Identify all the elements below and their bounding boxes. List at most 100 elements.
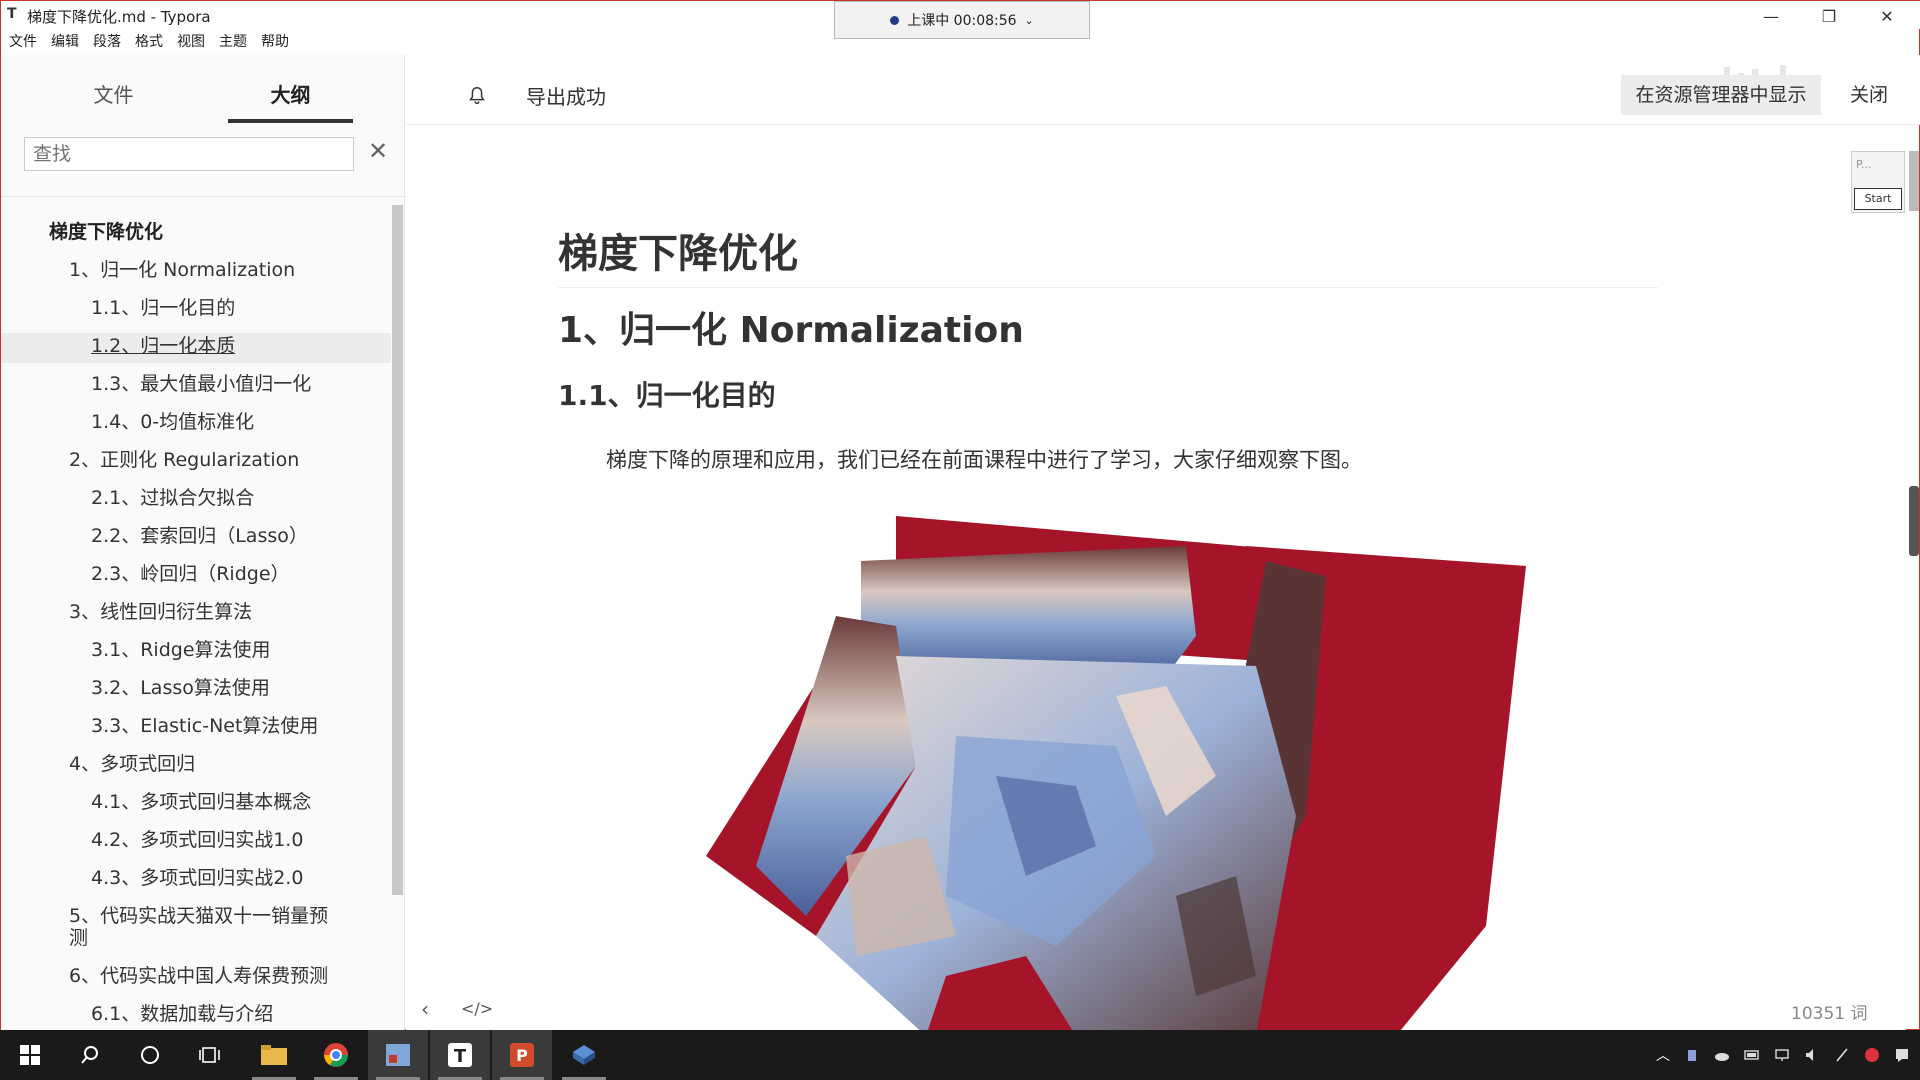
tab-files[interactable]: 文件: [51, 75, 176, 123]
svg-text:T: T: [454, 1046, 467, 1067]
taskbar-powerpoint[interactable]: P: [492, 1030, 552, 1080]
menu-format[interactable]: 格式: [135, 31, 163, 55]
export-success-message: 导出成功: [526, 85, 606, 109]
typora-icon: T: [448, 1043, 472, 1067]
task-view-icon: [199, 1047, 220, 1063]
app-icon: [573, 1045, 595, 1065]
close-icon[interactable]: ✕: [365, 137, 391, 169]
source-code-mode-icon[interactable]: </>: [461, 999, 493, 1018]
tab-outline[interactable]: 大纲: [228, 75, 353, 123]
outline-item[interactable]: 4、多项式回归: [1, 751, 391, 777]
outline-item[interactable]: 2、正则化 Regularization: [1, 447, 391, 473]
network-icon[interactable]: [1774, 1047, 1790, 1063]
taskbar-app[interactable]: [554, 1030, 614, 1080]
menu-theme[interactable]: 主题: [219, 31, 247, 55]
outline-item[interactable]: 1、归一化 Normalization: [1, 257, 391, 283]
chevron-left-icon[interactable]: ‹: [421, 997, 429, 1021]
recording-indicator[interactable]: 上课中 00:08:56 ⌄: [834, 1, 1090, 39]
bell-icon: [469, 87, 485, 105]
system-tray: ︿: [1656, 1030, 1910, 1080]
sidebar-tabs: 文件 大纲: [1, 75, 405, 125]
taskbar: T P ︿: [0, 1030, 1920, 1080]
cloud-icon[interactable]: [1714, 1047, 1730, 1063]
taskbar-cortana[interactable]: [120, 1030, 180, 1080]
recording-label: 上课中 00:08:56: [907, 13, 1017, 29]
taskbar-typora[interactable]: T: [430, 1030, 490, 1080]
paint-icon: [386, 1044, 410, 1066]
usb-icon[interactable]: [1684, 1047, 1700, 1063]
show-in-explorer-button[interactable]: 在资源管理器中显示: [1621, 75, 1821, 115]
document-scroll-thumb[interactable]: [1909, 486, 1919, 556]
svg-text:P: P: [516, 1046, 528, 1065]
close-window-button[interactable]: ✕: [1859, 3, 1915, 29]
window-title: 梯度下降优化.md - Typora: [27, 8, 211, 26]
outline-item[interactable]: 4.1、多项式回归基本概念: [1, 789, 391, 815]
pen-icon[interactable]: [1834, 1047, 1850, 1063]
outline-item[interactable]: 4.2、多项式回归实战1.0: [1, 827, 391, 853]
menu-help[interactable]: 帮助: [261, 31, 289, 55]
outline-item[interactable]: 3、线性回归衍生算法: [1, 599, 391, 625]
menu-view[interactable]: 视图: [177, 31, 205, 55]
outline-item-continuation[interactable]: 测: [1, 925, 391, 951]
menu-edit[interactable]: 编辑: [51, 31, 79, 55]
outline-item[interactable]: 1.3、最大值最小值归一化: [1, 371, 391, 397]
mini-widget: P... Start: [1851, 151, 1905, 213]
outline-item[interactable]: 2.1、过拟合欠拟合: [1, 485, 391, 511]
mini-widget-label: P...: [1856, 158, 1872, 171]
search-icon: [81, 1046, 98, 1064]
restore-button[interactable]: ❐: [1801, 3, 1857, 29]
recording-dot-icon: [890, 15, 900, 25]
outline-item[interactable]: 梯度下降优化: [1, 219, 391, 245]
typora-app-icon: T: [7, 6, 17, 22]
menu-file[interactable]: 文件: [9, 31, 37, 55]
sidebar-scrollbar[interactable]: [392, 205, 403, 895]
cortana-icon: [141, 1046, 159, 1064]
sidebar: 文件 大纲 ✕ 梯度下降优化 1、归一化 Normalization 1.1、归一化…: [1, 55, 405, 1031]
chrome-icon: [324, 1043, 348, 1067]
outline-item[interactable]: 1.2、归一化本质: [1, 333, 391, 363]
chevron-up-icon[interactable]: ︿: [1656, 1045, 1670, 1065]
battery-icon[interactable]: [1744, 1047, 1760, 1063]
outline-item[interactable]: 3.1、Ridge算法使用: [1, 637, 391, 663]
menu-paragraph[interactable]: 段落: [93, 31, 121, 55]
taskbar-paint[interactable]: [368, 1030, 428, 1080]
taskbar-chrome[interactable]: [306, 1030, 366, 1080]
minimize-button[interactable]: —: [1743, 3, 1799, 29]
outline-item[interactable]: 3.2、Lasso算法使用: [1, 675, 391, 701]
word-count: 10351 词: [1791, 1004, 1868, 1024]
close-notice-button[interactable]: 关闭: [1834, 75, 1904, 115]
notification-bar: 导出成功 在资源管理器中显示 关闭: [406, 55, 1920, 125]
outline-search-input[interactable]: [24, 137, 354, 171]
outline-item[interactable]: 1.1、归一化目的: [1, 295, 391, 321]
start-button[interactable]: [0, 1030, 60, 1080]
taskbar-search[interactable]: [60, 1030, 120, 1080]
windows-start-icon: [20, 1045, 40, 1065]
outline-item[interactable]: 2.3、岭回归（Ridge）: [1, 561, 391, 587]
file-explorer-icon: [261, 1045, 287, 1065]
volume-icon[interactable]: [1804, 1047, 1820, 1063]
outline-item[interactable]: 6.1、数据加载与介绍: [1, 1001, 391, 1027]
chevron-down-icon: ⌄: [1024, 13, 1034, 27]
outline-item[interactable]: 4.3、多项式回归实战2.0: [1, 865, 391, 891]
taskbar-file-explorer[interactable]: [244, 1030, 304, 1080]
powerpoint-icon: P: [510, 1043, 534, 1067]
doc-heading-1: 梯度下降优化: [558, 221, 1658, 288]
outline-item[interactable]: 6、代码实战中国人寿保费预测: [1, 963, 391, 989]
input-method-icon[interactable]: [1864, 1047, 1880, 1063]
doc-heading-3: 1.1、归一化目的: [558, 379, 776, 412]
outline-item[interactable]: 3.3、Elastic-Net算法使用: [1, 713, 391, 739]
outline-item[interactable]: 1.4、0-均值标准化: [1, 409, 391, 435]
outline-list: 梯度下降优化 1、归一化 Normalization 1.1、归一化目的 1.2、归一…: [1, 213, 391, 1031]
typora-window: T 梯度下降优化.md - Typora — ❐ ✕ 上课中 00:08:56 …: [0, 0, 1920, 1031]
outline-item[interactable]: 2.2、套索回归（Lasso）: [1, 523, 391, 549]
start-button[interactable]: Start: [1854, 188, 1902, 210]
notification-icon[interactable]: [1894, 1047, 1910, 1063]
taskbar-task-view[interactable]: [180, 1030, 240, 1080]
document-area[interactable]: 梯度下降优化 1、归一化 Normalization 1.1、归一化目的 梯度下…: [406, 126, 1906, 1031]
divider: [1, 196, 405, 197]
doc-heading-2: 1、归一化 Normalization: [558, 310, 1024, 351]
loss-surface-image[interactable]: [696, 516, 1596, 1031]
doc-paragraph: 梯度下降的原理和应用，我们已经在前面课程中进行了学习，大家仔细观察下图。: [606, 448, 1362, 472]
document-scrollbar[interactable]: [1909, 151, 1919, 211]
menu-bar: 文件 编辑 段落 格式 视图 主题 帮助: [1, 31, 289, 55]
